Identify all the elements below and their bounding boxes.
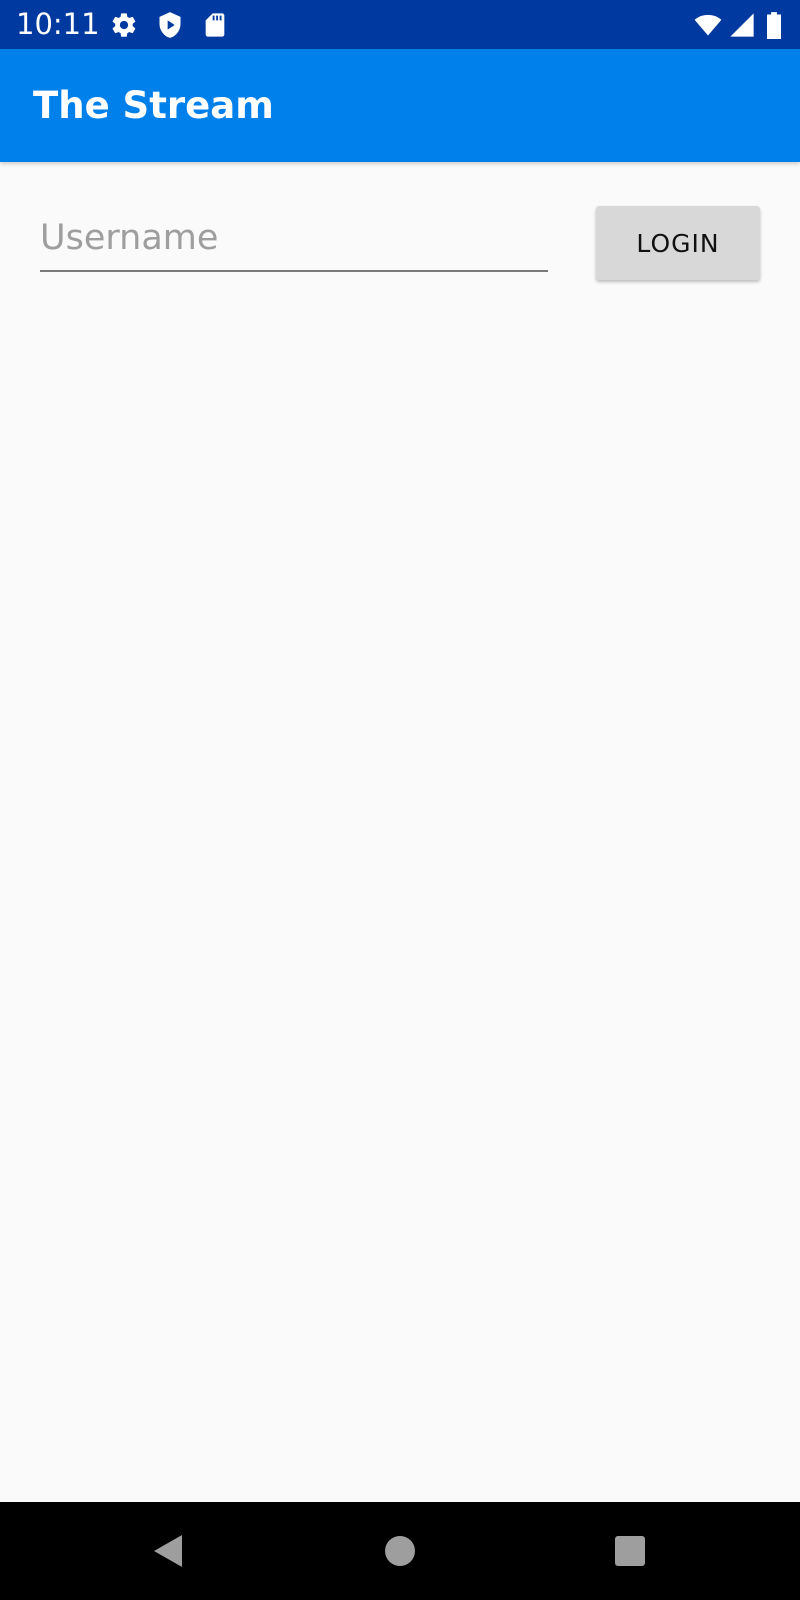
home-icon[interactable]: [380, 1531, 420, 1571]
wifi-icon: [692, 11, 724, 39]
sd-card-icon: [201, 11, 229, 39]
recents-icon[interactable]: [610, 1531, 650, 1571]
username-input[interactable]: [40, 212, 548, 272]
login-button[interactable]: LOGIN: [596, 206, 760, 280]
back-icon[interactable]: [148, 1531, 188, 1571]
status-time: 10:11: [16, 7, 100, 41]
battery-icon: [764, 11, 784, 39]
status-bar: 10:11: [0, 0, 800, 49]
screen: 10:11 The Stream LOGIN: [0, 0, 800, 1600]
app-title: The Stream: [33, 84, 274, 127]
gear-icon: [110, 11, 138, 39]
shield-play-icon: [156, 11, 184, 39]
navigation-bar: [0, 1502, 800, 1600]
app-bar: The Stream: [0, 49, 800, 162]
signal-icon: [728, 11, 756, 39]
